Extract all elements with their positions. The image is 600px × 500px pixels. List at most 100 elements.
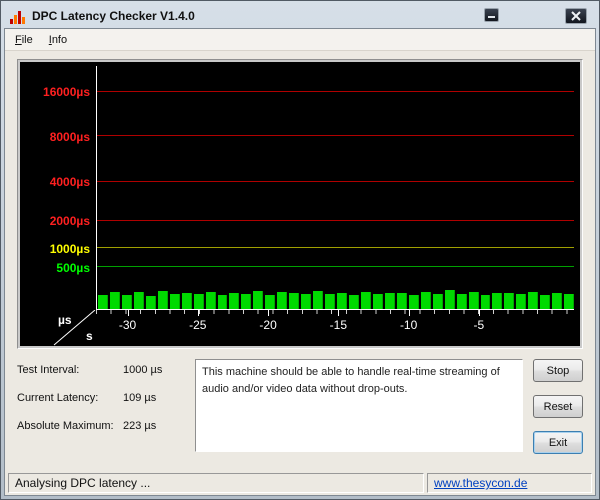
latency-bar bbox=[456, 294, 467, 309]
status-link-pane: www.thesycon.de bbox=[427, 473, 592, 493]
latency-bar bbox=[253, 291, 264, 309]
menu-item-info[interactable]: Info bbox=[41, 31, 75, 49]
latency-bar bbox=[277, 292, 288, 309]
stat-value: 109 µs bbox=[123, 392, 157, 404]
button-column: Stop Reset Exit bbox=[533, 359, 583, 454]
stat-row-absolute-maximum: Absolute Maximum: 223 µs bbox=[17, 420, 185, 432]
latency-bar bbox=[528, 292, 539, 309]
window-title: DPC Latency Checker V1.4.0 bbox=[32, 9, 195, 23]
y-axis-labels: 500µs 1000µs 2000µs 4000µs 8000µs 16000µs bbox=[20, 66, 92, 310]
latency-bar bbox=[133, 292, 144, 309]
latency-bar bbox=[313, 291, 324, 309]
latency-bar bbox=[360, 292, 371, 309]
latency-bar bbox=[181, 293, 192, 309]
latency-bar bbox=[492, 293, 503, 309]
latency-bar bbox=[205, 292, 216, 309]
status-text: Analysing DPC latency ... bbox=[8, 473, 424, 493]
minimize-icon bbox=[488, 16, 495, 18]
latency-bar bbox=[349, 295, 359, 309]
x-tick-label: -20 bbox=[259, 318, 277, 332]
stat-label: Absolute Maximum: bbox=[17, 420, 114, 432]
title-bar[interactable]: DPC Latency Checker V1.4.0 bbox=[4, 4, 596, 28]
x-tick-label: -30 bbox=[118, 318, 137, 332]
latency-bar bbox=[384, 293, 395, 309]
menu-bar: File Info bbox=[5, 29, 595, 51]
latency-bar bbox=[432, 294, 443, 309]
x-tick-label: -5 bbox=[473, 318, 485, 332]
stat-row-test-interval: Test Interval: 1000 µs bbox=[17, 364, 185, 376]
latency-bar bbox=[564, 294, 575, 309]
latency-bar bbox=[396, 293, 407, 309]
y-axis-label-8000: 8000µs bbox=[49, 129, 90, 144]
app-window: DPC Latency Checker V1.4.0 File Info 500µ… bbox=[0, 0, 600, 500]
minimize-button[interactable] bbox=[484, 8, 499, 22]
gridline-500 bbox=[97, 265, 574, 267]
gridline-2000 bbox=[97, 219, 574, 221]
latency-bar bbox=[516, 294, 527, 309]
close-icon bbox=[571, 11, 581, 21]
y-axis-label-500: 500µs bbox=[56, 260, 90, 275]
stat-row-current-latency: Current Latency: 109 µs bbox=[17, 392, 185, 404]
status-bar: Analysing DPC latency ... www.thesycon.d… bbox=[5, 471, 595, 495]
latency-bar bbox=[301, 294, 312, 309]
latency-bar bbox=[193, 294, 204, 309]
latency-bar bbox=[157, 291, 168, 309]
y-unit-label: µs bbox=[58, 313, 72, 327]
axis-corner: µs s bbox=[20, 310, 96, 346]
x-tick-label: -10 bbox=[399, 318, 418, 332]
gridline-1000 bbox=[97, 247, 574, 249]
latency-bar bbox=[121, 295, 132, 309]
latency-bar bbox=[372, 294, 383, 309]
latency-bar bbox=[552, 293, 563, 309]
result-message: This machine should be able to handle re… bbox=[195, 359, 523, 452]
latency-bar bbox=[504, 293, 515, 309]
latency-bar bbox=[408, 295, 419, 309]
stat-value: 223 µs bbox=[123, 420, 157, 432]
x-major-tick bbox=[338, 310, 340, 316]
y-axis-label-4000: 4000µs bbox=[49, 175, 90, 190]
exit-button[interactable]: Exit bbox=[533, 431, 583, 454]
stat-value: 1000 µs bbox=[123, 364, 163, 376]
latency-bar bbox=[468, 292, 479, 309]
client-area: File Info 500µs 1000µs 2000µs 4000µs 8000µs 16… bbox=[4, 28, 596, 496]
bars bbox=[98, 66, 575, 309]
gridline-16000 bbox=[97, 90, 574, 92]
thesycon-link[interactable]: www.thesycon.de bbox=[434, 476, 527, 490]
info-section: Test Interval: 1000 µs Current Latency: 109… bbox=[17, 359, 583, 467]
y-axis-label-2000: 2000µs bbox=[49, 214, 90, 229]
menu-item-file[interactable]: File bbox=[7, 31, 41, 49]
latency-bar bbox=[109, 292, 120, 309]
latency-bar bbox=[420, 292, 431, 309]
stats: Test Interval: 1000 µs Current Latency: 109… bbox=[17, 359, 185, 448]
stop-button[interactable]: Stop bbox=[533, 359, 583, 382]
x-major-tick bbox=[127, 310, 129, 316]
latency-bar bbox=[540, 295, 551, 309]
x-tick-label: -15 bbox=[329, 318, 348, 332]
stat-label: Test Interval: bbox=[17, 364, 80, 376]
latency-chart: 500µs 1000µs 2000µs 4000µs 8000µs 16000µs -30… bbox=[20, 62, 580, 346]
x-major-tick bbox=[478, 310, 480, 316]
x-unit-label: s bbox=[86, 329, 93, 343]
minor-ticks bbox=[96, 310, 574, 314]
gridline-8000 bbox=[97, 135, 574, 137]
stat-label: Current Latency: bbox=[17, 392, 99, 404]
latency-bar bbox=[289, 293, 300, 309]
latency-bar bbox=[337, 293, 348, 309]
latency-bar bbox=[145, 296, 156, 309]
x-major-tick bbox=[197, 310, 199, 316]
chart-panel: 500µs 1000µs 2000µs 4000µs 8000µs 16000µs -30… bbox=[17, 59, 583, 349]
close-button[interactable] bbox=[565, 8, 587, 24]
bar-chart-icon bbox=[10, 9, 27, 24]
x-major-tick bbox=[268, 310, 270, 316]
gridline-4000 bbox=[97, 180, 574, 182]
y-axis-label-16000: 16000µs bbox=[43, 84, 90, 99]
x-tick-label: -25 bbox=[189, 318, 207, 332]
latency-bar bbox=[444, 290, 455, 309]
reset-button[interactable]: Reset bbox=[533, 395, 583, 418]
y-axis-label-1000: 1000µs bbox=[49, 242, 90, 256]
latency-bar bbox=[229, 293, 240, 309]
latency-bar bbox=[325, 294, 336, 309]
x-axis: -30 -25 -20 -15 -10 -5 bbox=[96, 310, 574, 346]
plot-area bbox=[96, 66, 575, 310]
latency-bar bbox=[241, 294, 252, 309]
